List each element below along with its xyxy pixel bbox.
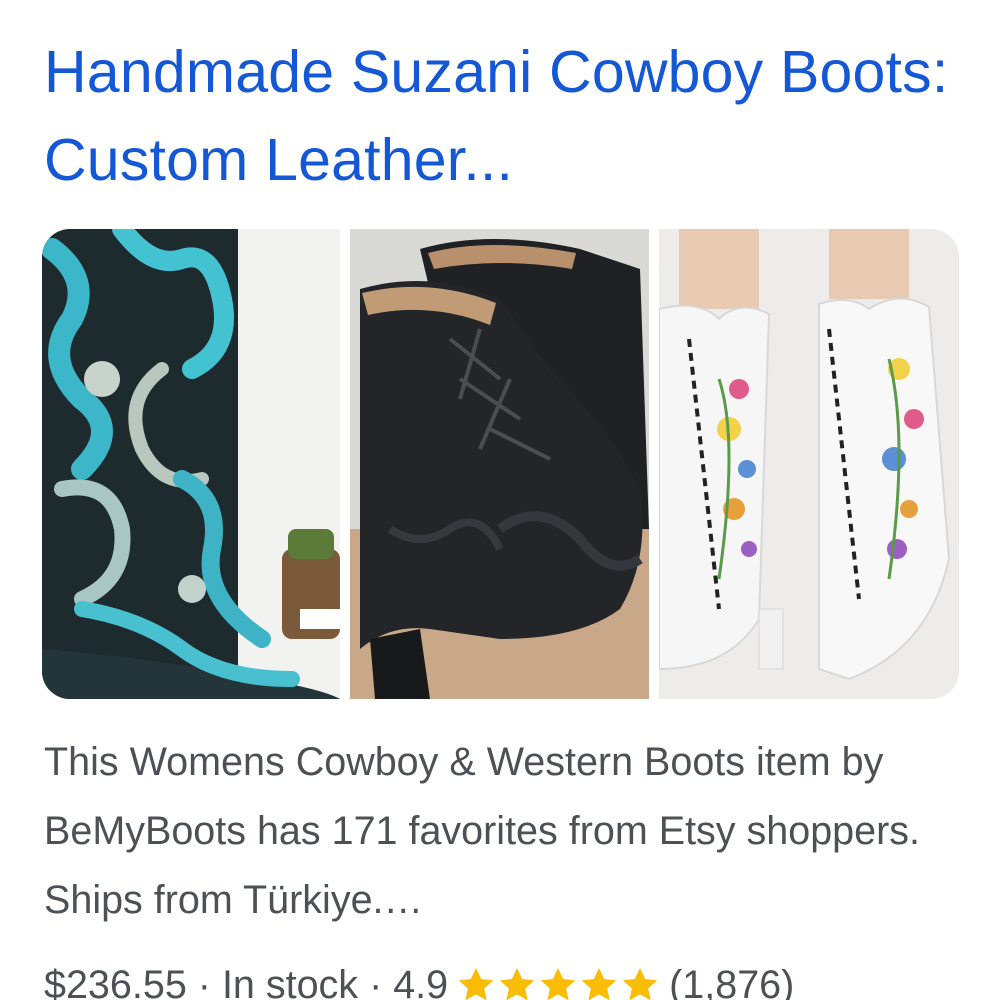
stock-status: In stock (221, 963, 359, 1000)
rating-value: 4.9 (393, 963, 449, 1000)
review-count: (1,876) (669, 963, 795, 1000)
product-image-2[interactable] (350, 229, 649, 699)
rating-stars (456, 965, 661, 1000)
result-snippet: This Womens Cowboy & Western Boots item … (44, 740, 920, 922)
search-result-card: Handmade Suzani Cowboy Boots: Custom Lea… (0, 0, 1000, 1000)
price: $236.55 (44, 963, 187, 1000)
star-icon (540, 968, 576, 1000)
meta-separator: · (197, 963, 211, 1000)
product-image-1[interactable] (42, 229, 340, 699)
star-icon (499, 968, 535, 1000)
product-image-3[interactable] (659, 229, 959, 699)
black-lace-up-bootie-image (350, 229, 649, 699)
turquoise-paisley-boot-image (42, 229, 340, 699)
star-icon (622, 968, 658, 1000)
image-carousel (42, 229, 959, 699)
result-title-link[interactable]: Handmade Suzani Cowboy Boots: Custom Lea… (44, 39, 948, 193)
meta-separator: · (369, 963, 383, 1000)
white-embroidered-lace-up-boot-image (659, 229, 959, 699)
star-icon (458, 968, 494, 1000)
result-meta: $236.55 · In stock · 4.9 (1,876) (44, 955, 984, 1000)
star-icon (581, 968, 617, 1000)
result-title[interactable]: Handmade Suzani Cowboy Boots: Custom Lea… (44, 28, 974, 204)
